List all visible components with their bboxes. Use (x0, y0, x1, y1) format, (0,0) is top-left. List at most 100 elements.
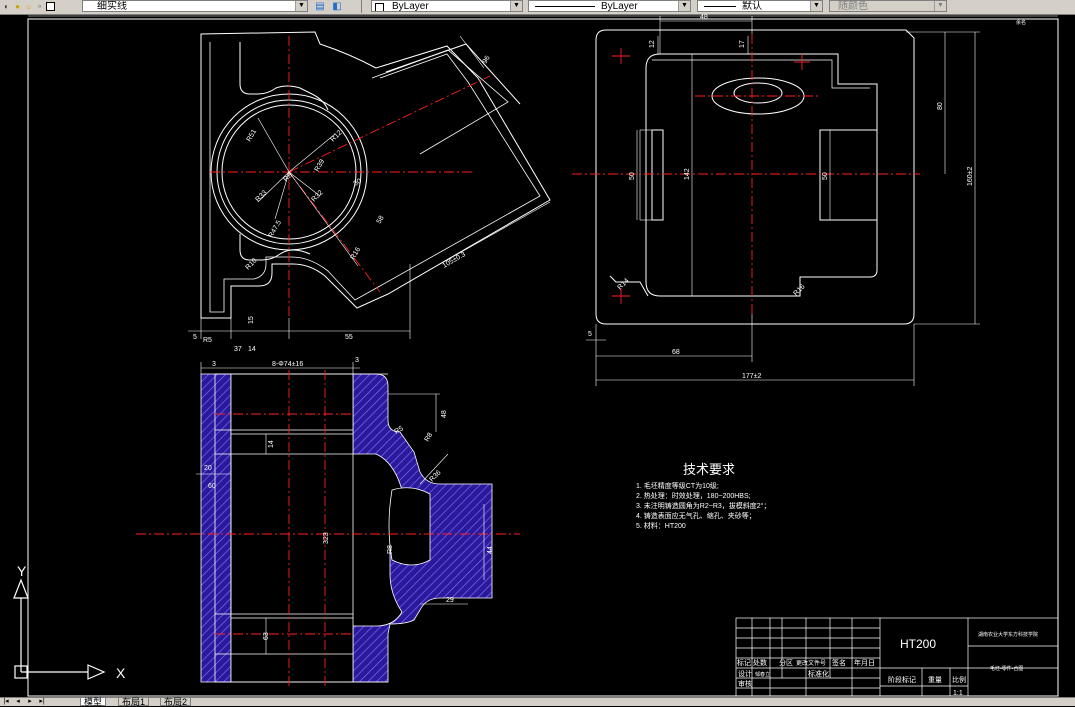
ucs-y-label: Y (17, 563, 27, 579)
color-swatch-icon[interactable] (46, 2, 55, 11)
section-view (200, 373, 493, 683)
layer-manager-icon[interactable]: ▤ (313, 0, 327, 13)
lock-icon[interactable]: ▫ (35, 2, 44, 11)
linetype-preview (535, 6, 595, 7)
ucs-x-label: X (116, 665, 126, 681)
lineweight-value: 默认 (742, 1, 762, 12)
dim-text: 96 (482, 55, 492, 65)
dimtext-top-right: 48 12 17 80 50 142 50 R14 R16 160±2 5 68… (588, 14, 1026, 380)
dim-text: 63 (263, 632, 270, 640)
dim-text: 50 (629, 172, 636, 180)
dim-text: 160±2 (967, 166, 974, 186)
dim-text: R33 (254, 189, 268, 203)
dim-text: R47.5 (268, 219, 283, 239)
dim-text: 14 (268, 440, 275, 448)
title-block (735, 617, 1059, 697)
chevron-down-icon[interactable]: ▼ (810, 1, 822, 11)
dim-text: 3 (355, 357, 359, 364)
dim-text: 323 (323, 532, 330, 544)
dim-text: 30 (353, 178, 363, 188)
color-dropdown[interactable]: ByLayer ▼ (371, 0, 523, 12)
dim-text: 17 (739, 40, 746, 48)
stage-mark: 阶段标记 (888, 675, 916, 684)
dimlines-top-right (586, 16, 980, 386)
col-header: 年月日 (854, 658, 875, 667)
top-view-right (595, 29, 915, 325)
linetype-dropdown[interactable]: ByLayer ▼ (528, 0, 691, 12)
chevron-down-icon[interactable]: ▼ (678, 1, 690, 11)
lightbulb-icon[interactable]: ● (13, 2, 22, 11)
tech-req-item: 3. 未注明铸造圆角为R2~R3，拔模斜度2°； (636, 501, 770, 510)
dim-text: 8-Φ74±16 (272, 361, 303, 368)
dim-text: 80 (937, 102, 944, 110)
properties-toolbar: ◐ ● ☼ ▫ 细实线 ▼ ▤ ◧ ByLayer ▼ ByLayer ▼ 默认… (0, 0, 1075, 15)
dim-text: R39 (314, 158, 327, 173)
dim-text: R8 (387, 545, 394, 554)
dim-text: R51 (246, 128, 259, 143)
dim-text: 3 (212, 361, 216, 368)
layer-previous-icon[interactable]: ◧ (330, 0, 344, 13)
lineweight-dropdown[interactable]: 默认 ▼ (697, 0, 823, 12)
layer-name: 细实线 (97, 1, 127, 12)
drawing-name: 毛坯-零件-合图 (990, 665, 1023, 672)
dim-text: 12 (649, 40, 656, 48)
dim-text: 50 (822, 172, 829, 180)
chevron-down-icon[interactable]: ▼ (934, 1, 946, 11)
dimlines-top-left (188, 35, 551, 339)
dim-text: R8 (424, 432, 435, 443)
hatch-area-left (200, 373, 232, 683)
tech-req-item: 4. 铸造表面应无气孔、缩孔、夹砂等； (636, 511, 756, 520)
dim-text: R12 (329, 129, 343, 143)
plotstyle-value: 随颜色 (838, 1, 868, 12)
drawing-border (27, 15, 1059, 697)
dim-text: 68 (672, 349, 680, 356)
dim-text: R36 (428, 469, 442, 483)
designer-name: 邹春立 (755, 671, 770, 678)
centerlines-top-right (572, 34, 920, 318)
tech-req-title: 技术要求 (683, 462, 735, 477)
dim-text: 177±2 (742, 373, 762, 380)
drawing-canvas[interactable]: R51 R33 R8 R32 R47.5 R39 R16 R10 R5 R12 … (0, 14, 1075, 697)
layer-freeze-icon[interactable]: ◐ (2, 2, 11, 11)
top-view-left (200, 31, 551, 319)
dim-text: 5 (193, 334, 197, 341)
col-header: 签名 (832, 658, 846, 667)
dim-text: 55 (345, 334, 353, 341)
dim-text: 44 (487, 546, 494, 554)
linetype-value: ByLayer (601, 1, 638, 12)
chevron-down-icon[interactable]: ▼ (510, 1, 522, 11)
weight-label: 重量 (928, 676, 942, 684)
centerlines-top-left (210, 36, 491, 318)
tech-req-item: 1. 毛坯精度等级CT为10级; (636, 481, 719, 490)
chevron-down-icon[interactable]: ▼ (295, 1, 307, 11)
dim-text: 29 (446, 597, 454, 604)
dim-text: R5 (394, 425, 405, 436)
col-header: 分区 (779, 658, 793, 667)
material-label: HT200 (900, 637, 936, 651)
color-swatch-icon (375, 3, 384, 11)
dim-text: R16 (792, 283, 806, 297)
sun-icon[interactable]: ☼ (24, 2, 33, 11)
scale-value: 1:1 (953, 690, 963, 697)
plotstyle-dropdown[interactable]: 随颜色 ▼ (829, 0, 947, 12)
layer-dropdown[interactable]: 细实线 ▼ (82, 0, 308, 12)
scale-label: 比例 (952, 675, 966, 684)
dim-text: 48 (700, 14, 708, 21)
dim-text: 48 (441, 410, 448, 418)
dim-text: R8 (282, 172, 293, 183)
dimtext-top-left: R51 R33 R8 R32 R47.5 R39 R16 R10 R5 R12 … (193, 55, 492, 353)
tech-req-item: 5. 材料：HT200 (636, 521, 686, 530)
tech-requirements: 技术要求 1. 毛坯精度等级CT为10级; 2. 热处理：时效处理，180~20… (636, 462, 770, 530)
dim-text: 60 (208, 483, 216, 490)
row-review: 审核 (738, 679, 752, 688)
dim-text: R16 (350, 246, 363, 261)
dim-text: R5 (203, 337, 212, 344)
dim-text: 58 (376, 215, 386, 225)
lineweight-preview (704, 6, 736, 7)
layer-state-icons: ◐ ● ☼ ▫ (2, 0, 55, 13)
boss-cavity (388, 487, 431, 566)
school-name: 湖南农业大学东方科技学院 (978, 631, 1038, 638)
dim-text: 5 (588, 331, 592, 338)
dim-text: 142 (684, 168, 691, 180)
col-header: 标记 (737, 658, 751, 667)
